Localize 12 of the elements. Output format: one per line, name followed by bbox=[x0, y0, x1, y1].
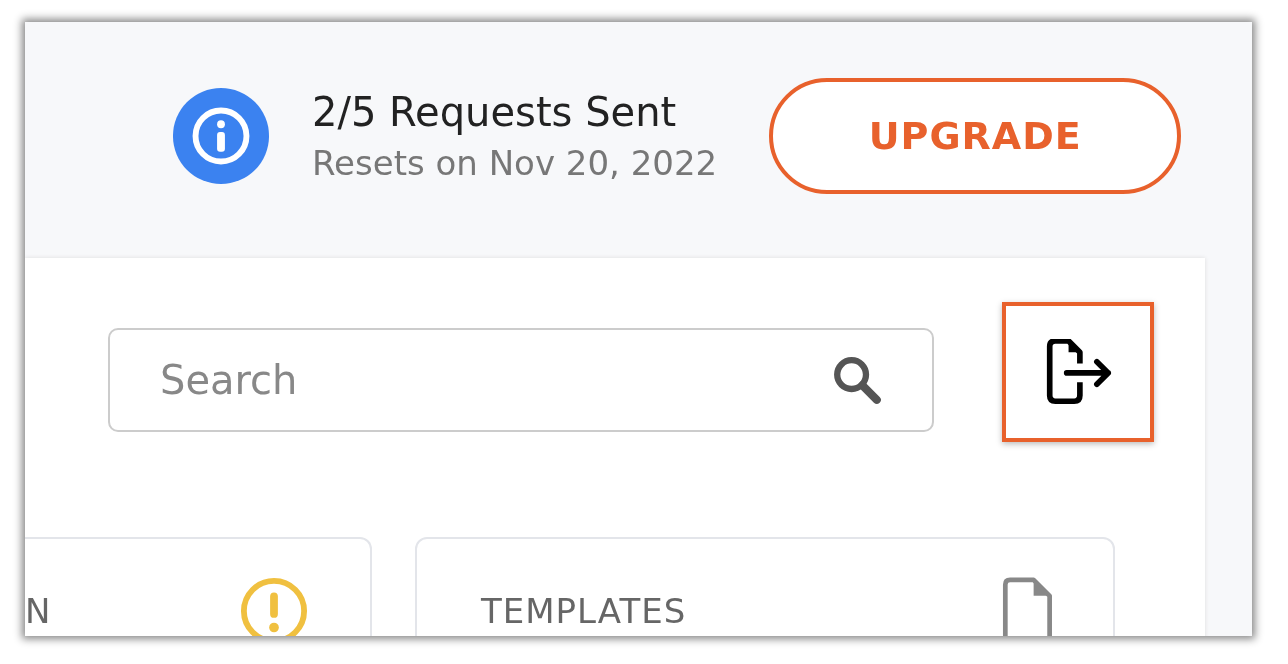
card[interactable]: N bbox=[25, 537, 372, 636]
card[interactable]: TEMPLATES bbox=[415, 537, 1115, 636]
search-field[interactable]: Search bbox=[108, 328, 934, 432]
reset-date: Resets on Nov 20, 2022 bbox=[312, 142, 718, 185]
usage-title: 2/5 Requests Sent bbox=[312, 88, 678, 137]
info-icon bbox=[172, 87, 270, 185]
card-title: N bbox=[25, 591, 52, 631]
document-icon bbox=[1001, 577, 1053, 636]
warning-icon bbox=[240, 577, 308, 636]
card-title: TEMPLATES bbox=[481, 591, 687, 631]
upgrade-button[interactable]: UPGRADE bbox=[769, 78, 1182, 194]
export-button[interactable] bbox=[1002, 302, 1154, 442]
